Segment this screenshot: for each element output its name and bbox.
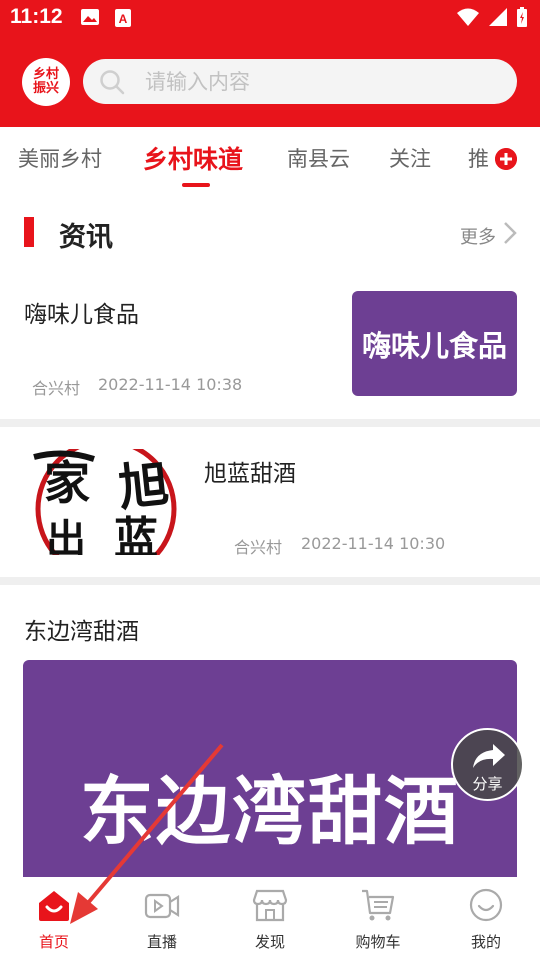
section-accent-bar — [24, 217, 34, 247]
store-icon — [252, 889, 288, 922]
share-label: 分享 — [472, 775, 503, 793]
cart-icon — [362, 889, 395, 921]
tab-beautiful-village[interactable]: 美丽乡村 — [18, 143, 102, 173]
svg-text:蓝: 蓝 — [114, 513, 158, 555]
article-title: 旭蓝甜酒 — [204, 461, 296, 487]
svg-text:旭: 旭 — [116, 454, 172, 518]
smile-icon — [469, 888, 503, 922]
tab-follow[interactable]: 关注 — [389, 143, 431, 173]
article-card[interactable]: 东边湾甜酒 东边湾甜酒 — [0, 585, 540, 877]
font-icon: A — [115, 9, 131, 27]
article-banner: 东边湾甜酒 — [23, 660, 517, 877]
bottom-navigation: 首页 直播 发现 购物车 我的 — [0, 877, 540, 960]
wifi-icon — [457, 8, 479, 26]
article-source: 合兴村 — [32, 379, 81, 398]
gallery-icon — [81, 9, 99, 25]
app-logo[interactable]: 乡村振兴 — [22, 58, 70, 106]
article-date: 2022-11-14 10:38 — [98, 375, 243, 394]
status-time: 11:12 — [10, 5, 63, 28]
search-input[interactable] — [145, 59, 505, 104]
banner-text: 东边湾甜酒 — [80, 769, 460, 855]
app-header: 11:12 A 乡村振兴 — [0, 0, 540, 127]
battery-icon — [517, 7, 527, 27]
svg-text:A: A — [119, 12, 128, 26]
article-card[interactable]: 家 旭 蓝 出 旭蓝甜酒 合兴村 2022-11-14 10:30 — [0, 427, 540, 577]
nav-label: 首页 — [38, 933, 69, 951]
tab-nanxian-cloud[interactable]: 南县云 — [287, 143, 350, 173]
section-title: 资讯 — [59, 222, 113, 253]
home-icon — [39, 891, 69, 921]
nav-label: 购物车 — [355, 933, 401, 951]
nav-live[interactable]: 直播 — [108, 877, 216, 960]
share-button[interactable]: 分享 — [451, 728, 524, 801]
thumbnail-text: 嗨味儿食品 — [361, 328, 507, 363]
article-title: 嗨味儿食品 — [24, 302, 139, 328]
status-bar: 11:12 A — [0, 0, 540, 36]
more-link[interactable]: 更多 — [460, 223, 496, 249]
article-thumbnail: 嗨味儿食品 — [352, 291, 517, 396]
category-tabs: 美丽乡村 乡村味道 南县云 关注 推 — [0, 127, 540, 195]
add-tab-icon[interactable] — [495, 148, 517, 170]
nav-label: 发现 — [254, 933, 285, 951]
svg-text:出: 出 — [46, 516, 86, 555]
tab-village-flavor[interactable]: 乡村味道 — [143, 140, 243, 176]
video-icon — [144, 893, 180, 919]
nav-discover[interactable]: 发现 — [216, 877, 324, 960]
article-card[interactable]: 嗨味儿食品 合兴村 2022-11-14 10:38 嗨味儿食品 — [0, 273, 540, 419]
svg-text:家: 家 — [44, 456, 90, 510]
chevron-right-icon[interactable] — [503, 221, 517, 245]
signal-icon — [489, 8, 507, 26]
nav-label: 直播 — [146, 933, 177, 951]
search-box[interactable] — [83, 59, 517, 104]
calligraphy-seal-image: 家 旭 蓝 出 — [33, 449, 177, 555]
nav-label: 我的 — [470, 933, 501, 951]
news-section-header: 资讯 更多 — [0, 195, 540, 273]
active-tab-indicator — [182, 183, 210, 187]
article-thumbnail: 家 旭 蓝 出 — [24, 449, 186, 555]
nav-mine[interactable]: 我的 — [432, 877, 540, 960]
article-date: 2022-11-14 10:30 — [301, 534, 446, 553]
share-icon — [473, 744, 505, 768]
article-title: 东边湾甜酒 — [24, 619, 139, 645]
search-icon — [100, 70, 125, 95]
logo-text: 乡村振兴 — [32, 67, 59, 96]
nav-cart[interactable]: 购物车 — [324, 877, 432, 960]
article-source: 合兴村 — [234, 538, 283, 557]
nav-home[interactable]: 首页 — [0, 877, 108, 960]
tab-recommend[interactable]: 推 — [468, 143, 489, 173]
